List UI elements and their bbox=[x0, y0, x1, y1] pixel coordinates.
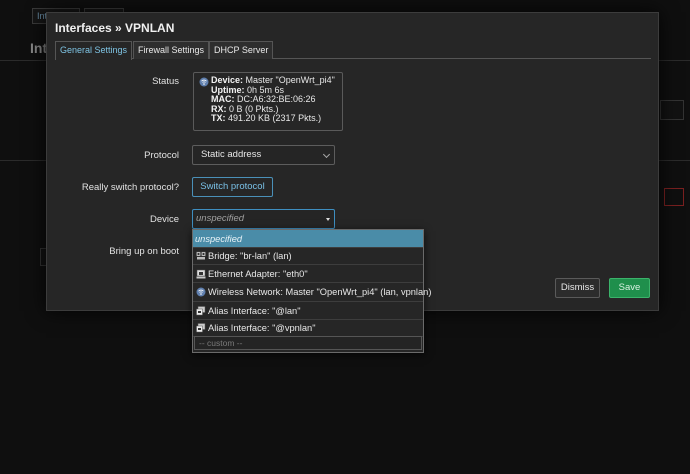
tab-general-settings[interactable]: General Settings bbox=[55, 41, 133, 60]
option-label: Ethernet Adapter: "eth0" bbox=[208, 269, 308, 279]
wireless-icon bbox=[196, 287, 206, 297]
custom-device-input[interactable]: -- custom -- bbox=[194, 336, 422, 350]
dropdown-option-wireless[interactable]: Wireless Network: Master "OpenWrt_pi4" (… bbox=[193, 283, 431, 302]
alias-icon bbox=[196, 323, 206, 333]
save-button[interactable]: Save bbox=[609, 278, 650, 298]
status-details: Device: Master "OpenWrt_pi4" Uptime: 0h … bbox=[211, 75, 335, 124]
tab-firewall-settings[interactable]: Firewall Settings bbox=[133, 41, 210, 59]
option-label: unspecified bbox=[195, 234, 243, 244]
dismiss-button[interactable]: Dismiss bbox=[555, 278, 600, 298]
caret-down-icon bbox=[326, 218, 330, 221]
status-label: Status bbox=[152, 76, 179, 87]
dropdown-option-alias-lan[interactable]: Alias Interface: "@lan" bbox=[193, 302, 423, 320]
alias-icon bbox=[196, 306, 206, 316]
status-box: Device: Master "OpenWrt_pi4" Uptime: 0h … bbox=[193, 72, 343, 131]
device-label: Device bbox=[149, 214, 179, 225]
dropdown-option-alias-vpnlan[interactable]: Alias Interface: "@vpnlan" bbox=[193, 319, 423, 337]
option-label: Bridge: "br-lan" (lan) bbox=[208, 251, 292, 261]
modal-title: Interfaces » VPNLAN bbox=[55, 21, 175, 35]
device-dropdown: unspecified Bridge: "br-lan" (lan) Ether… bbox=[192, 229, 431, 353]
option-label: Wireless Network: Master "OpenWrt_pi4" (… bbox=[208, 287, 432, 297]
switch-protocol-button[interactable]: Switch protocol bbox=[192, 177, 273, 197]
dropdown-option-unspecified[interactable]: unspecified bbox=[193, 230, 423, 248]
bridge-icon bbox=[196, 251, 206, 260]
bring-up-on-boot-label: Bring up on boot bbox=[109, 246, 179, 257]
tab-dhcp-server[interactable]: DHCP Server bbox=[209, 41, 274, 59]
background-delete-button bbox=[664, 188, 684, 206]
background-button bbox=[660, 100, 684, 120]
wireless-icon bbox=[199, 77, 209, 87]
tab-bar: General Settings Firewall Settings DHCP … bbox=[55, 41, 651, 60]
protocol-value: Static address bbox=[201, 149, 262, 160]
switch-protocol-label: Really switch protocol? bbox=[81, 182, 179, 193]
device-placeholder: unspecified bbox=[196, 213, 245, 224]
dropdown-option-bridge[interactable]: Bridge: "br-lan" (lan) bbox=[193, 247, 423, 265]
protocol-label: Protocol bbox=[144, 150, 179, 161]
option-label: Alias Interface: "@lan" bbox=[208, 306, 301, 316]
protocol-select[interactable]: Static address bbox=[192, 145, 335, 165]
option-label: Alias Interface: "@vpnlan" bbox=[208, 323, 316, 333]
chevron-down-icon bbox=[322, 150, 331, 159]
device-select[interactable]: unspecified bbox=[192, 209, 335, 229]
dropdown-option-ethernet[interactable]: Ethernet Adapter: "eth0" bbox=[193, 265, 423, 283]
ethernet-icon bbox=[196, 269, 206, 279]
